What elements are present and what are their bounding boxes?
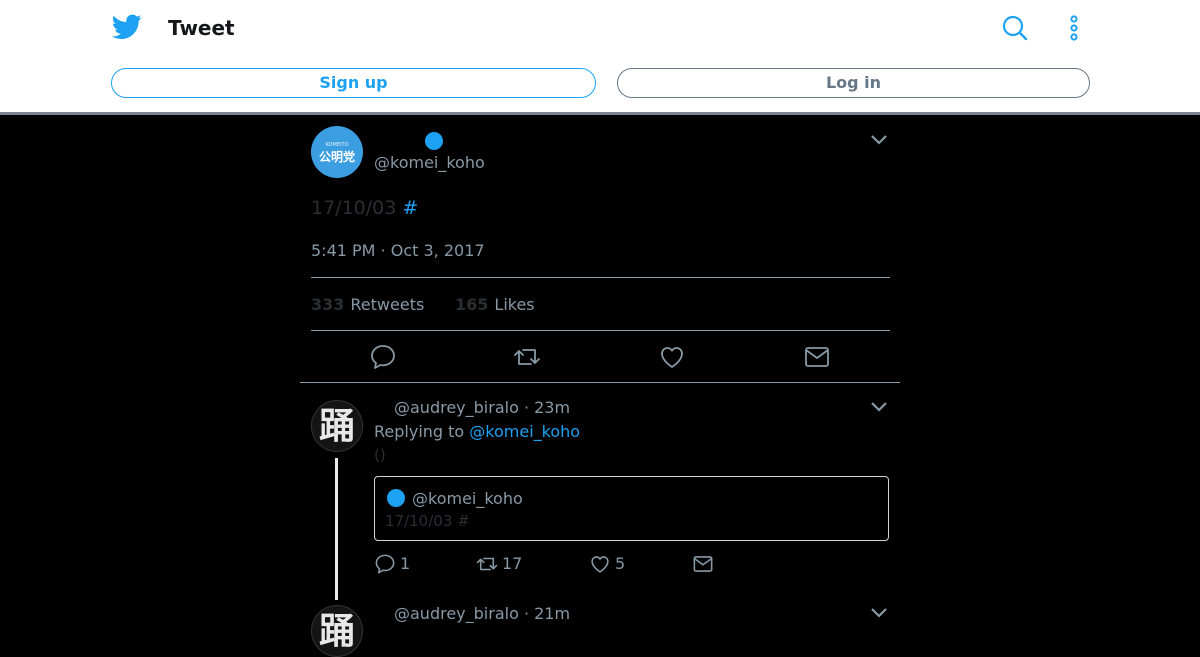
retweets-label: Retweets bbox=[350, 295, 425, 314]
like-count: 5 bbox=[615, 553, 626, 573]
more-vertical-icon[interactable] bbox=[1064, 14, 1084, 42]
author-handle[interactable]: @komei_koho bbox=[374, 153, 485, 172]
search-icon[interactable] bbox=[1002, 15, 1028, 41]
dm-action[interactable] bbox=[692, 552, 714, 574]
retweet-action[interactable]: 17 bbox=[476, 552, 522, 574]
retweets-stat[interactable]: 333 Retweets bbox=[311, 295, 424, 314]
heart-icon[interactable] bbox=[658, 343, 686, 371]
mail-icon[interactable] bbox=[803, 343, 831, 371]
divider bbox=[300, 382, 900, 383]
header-divider bbox=[0, 112, 1200, 115]
replying-prefix: Replying to bbox=[374, 422, 465, 441]
reply-text: () bbox=[374, 446, 386, 464]
verified-badge-icon bbox=[387, 489, 405, 507]
chevron-down-icon[interactable] bbox=[870, 607, 888, 619]
hashtag-link[interactable]: # bbox=[402, 197, 418, 219]
quoted-handle: @komei_koho bbox=[412, 489, 523, 508]
quoted-text: 17/10/03 # bbox=[385, 512, 470, 530]
retweet-icon bbox=[476, 557, 498, 570]
reply-author-handle[interactable]: @audrey_biralo · 21m bbox=[394, 604, 570, 623]
tweet-body: 17/10/03 bbox=[311, 197, 397, 219]
like-action[interactable]: 5 bbox=[589, 552, 625, 574]
thread-connector bbox=[335, 458, 338, 600]
replying-to: Replying to @komei_koho bbox=[374, 422, 580, 441]
chevron-down-icon[interactable] bbox=[870, 134, 888, 146]
likes-stat[interactable]: 165 Likes bbox=[455, 295, 535, 314]
retweets-count: 333 bbox=[311, 295, 345, 314]
twitter-bird-icon[interactable] bbox=[112, 14, 142, 40]
reply-icon bbox=[375, 554, 395, 573]
log-in-button[interactable]: Log in bbox=[617, 68, 1090, 98]
verified-badge-icon bbox=[425, 132, 443, 150]
avatar[interactable]: 踊 bbox=[311, 605, 363, 657]
likes-label: Likes bbox=[494, 295, 535, 314]
avatar[interactable]: KOMEITO 公明党 bbox=[311, 126, 363, 178]
avatar[interactable]: 踊 bbox=[311, 400, 363, 452]
tweet-timestamp[interactable]: 5:41 PM · Oct 3, 2017 bbox=[311, 241, 485, 260]
quoted-tweet-card[interactable]: @komei_koho 17/10/03 # bbox=[374, 476, 889, 541]
chevron-down-icon[interactable] bbox=[870, 401, 888, 413]
avatar-logo-text: 公明党 bbox=[318, 150, 355, 164]
replying-to-link[interactable]: @komei_koho bbox=[469, 422, 580, 441]
page-title: Tweet bbox=[168, 16, 235, 40]
tweet-text: 17/10/03 # bbox=[311, 197, 418, 219]
divider bbox=[311, 330, 890, 331]
mail-icon bbox=[693, 555, 713, 572]
top-bar: Tweet Sign up Log in bbox=[0, 0, 1200, 112]
retweet-count: 17 bbox=[502, 553, 523, 573]
divider bbox=[311, 277, 890, 278]
sign-up-button[interactable]: Sign up bbox=[111, 68, 596, 98]
reply-action[interactable]: 1 bbox=[374, 552, 410, 574]
reply-icon[interactable] bbox=[369, 343, 397, 371]
reply-author-handle[interactable]: @audrey_biralo · 23m bbox=[394, 398, 570, 417]
retweet-icon[interactable] bbox=[513, 343, 541, 371]
likes-count: 165 bbox=[455, 295, 489, 314]
heart-icon bbox=[591, 555, 609, 573]
reply-count: 1 bbox=[400, 553, 411, 573]
